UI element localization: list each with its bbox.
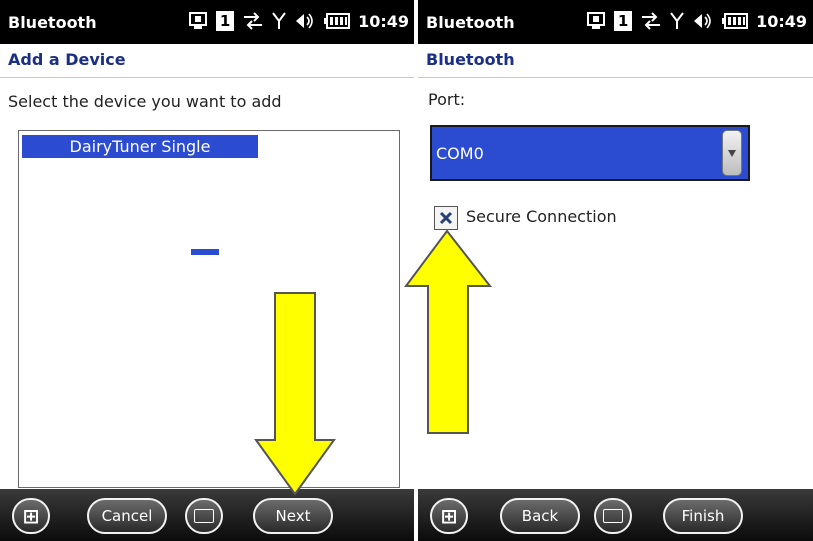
cancel-button[interactable]: Cancel <box>87 498 167 534</box>
signal-icon[interactable] <box>272 11 286 31</box>
port-select-value: COM0 <box>436 144 484 163</box>
status-bar-title: Bluetooth <box>8 13 97 32</box>
down-arrow-annotation <box>254 292 336 496</box>
busy-indicator <box>191 249 219 255</box>
sim-icon: 1 <box>216 11 235 31</box>
volume-icon[interactable] <box>692 11 714 31</box>
add-device-screen: Bluetooth 1 10:49 Add a Device Select th… <box>0 0 415 541</box>
phone-icon[interactable] <box>586 11 606 31</box>
page-title: Bluetooth <box>426 50 515 69</box>
next-button[interactable]: Next <box>253 498 333 534</box>
page-title: Add a Device <box>8 50 126 69</box>
status-icons: 1 10:49 <box>188 9 409 33</box>
finish-button[interactable]: Finish <box>663 498 743 534</box>
clock[interactable]: 10:49 <box>358 12 409 31</box>
status-icons: 1 10:49 <box>586 9 807 33</box>
dropdown-arrow-icon[interactable] <box>722 130 742 176</box>
volume-icon[interactable] <box>294 11 316 31</box>
back-button[interactable]: Back <box>500 498 580 534</box>
soft-key-bar: ⊞ Cancel Next <box>0 489 415 541</box>
secure-connection-checkbox[interactable] <box>434 206 458 230</box>
data-sync-icon <box>640 11 662 31</box>
soft-key-bar: ⊞ Back Finish <box>418 489 813 541</box>
data-sync-icon <box>242 11 264 31</box>
status-bar-title: Bluetooth <box>426 13 515 32</box>
battery-icon[interactable] <box>722 13 749 29</box>
windows-start-icon[interactable]: ⊞ <box>430 498 468 534</box>
device-list[interactable]: DairyTuner Single <box>18 130 400 488</box>
instruction-text: Select the device you want to add <box>8 92 282 111</box>
sim-icon: 1 <box>614 11 633 31</box>
windows-start-icon[interactable]: ⊞ <box>12 498 50 534</box>
phone-icon[interactable] <box>188 11 208 31</box>
battery-icon[interactable] <box>324 13 351 29</box>
secure-connection-label[interactable]: Secure Connection <box>466 207 617 226</box>
device-list-item[interactable]: DairyTuner Single <box>22 135 258 158</box>
check-x-icon <box>439 211 453 225</box>
page-header: Bluetooth <box>418 44 813 78</box>
port-select[interactable]: COM0 <box>430 125 750 181</box>
keyboard-icon[interactable] <box>594 498 632 534</box>
signal-icon[interactable] <box>670 11 684 31</box>
status-bar: Bluetooth 1 10:49 <box>0 0 415 44</box>
port-label: Port: <box>428 90 466 109</box>
up-arrow-annotation <box>404 229 493 434</box>
page-header: Add a Device <box>0 44 415 78</box>
clock[interactable]: 10:49 <box>756 12 807 31</box>
status-bar: Bluetooth 1 10:49 <box>418 0 813 44</box>
keyboard-icon[interactable] <box>185 498 223 534</box>
